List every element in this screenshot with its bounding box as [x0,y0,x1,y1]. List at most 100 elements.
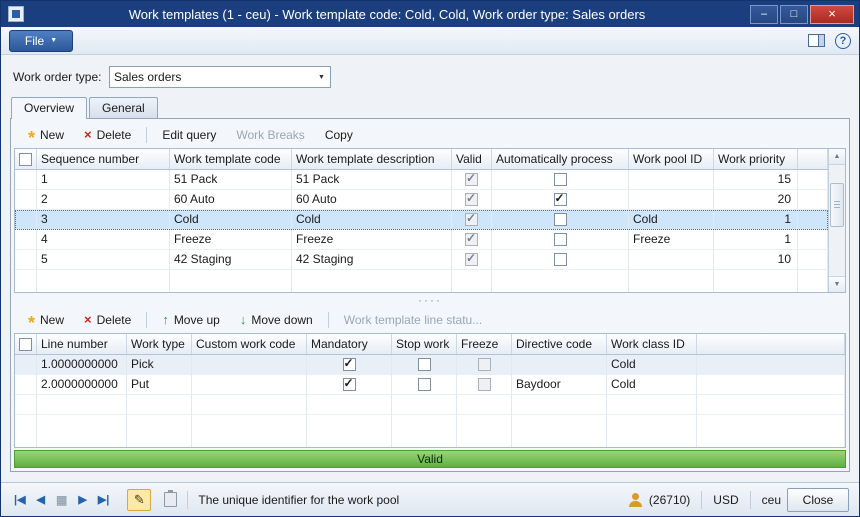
work-order-type-value[interactable]: Sales orders [110,67,313,87]
table-row[interactable]: 5 42 Staging 42 Staging 10 [15,250,828,270]
row-selector[interactable] [15,210,37,230]
work-order-type-combobox[interactable]: Sales orders ▼ [109,66,331,88]
col-mandatory[interactable]: Mandatory [307,334,392,354]
cell-sequence-number[interactable]: 5 [37,250,170,270]
cell-line-number[interactable]: 2.0000000000 [37,375,127,395]
nav-previous-icon[interactable]: ◀ [34,491,48,508]
col-work-type[interactable]: Work type [127,334,192,354]
cell-mandatory[interactable] [307,375,392,395]
notifications-icon[interactable] [628,493,643,507]
col-freeze[interactable]: Freeze [457,334,512,354]
cell-work-class-id[interactable]: Cold [607,355,697,375]
cell-work-pool-id[interactable] [629,250,714,270]
scrollbar-thumb[interactable] [830,183,844,227]
combobox-dropdown-icon[interactable]: ▼ [313,67,330,87]
col-work-template-code[interactable]: Work template code [170,149,292,169]
stop-work-checkbox[interactable] [418,378,431,391]
close-window-button[interactable]: × [810,5,854,24]
cell-automatically-process[interactable] [492,170,629,190]
table-row[interactable]: 2.0000000000 Put Baydoor Cold [15,375,845,395]
cell-work-template-description[interactable]: 51 Pack [292,170,452,190]
col-work-priority[interactable]: Work priority [714,149,798,169]
nav-last-icon[interactable]: ▶| [95,491,113,508]
cell-work-type[interactable]: Put [127,375,192,395]
table-row-empty[interactable] [15,395,845,415]
cell-work-template-description[interactable]: 42 Staging [292,250,452,270]
automatically-process-checkbox[interactable] [554,213,567,226]
col-directive-code[interactable]: Directive code [512,334,607,354]
delete-line-button[interactable]: × Delete [74,311,141,329]
select-all-checkbox[interactable] [19,153,32,166]
cell-work-priority[interactable]: 10 [714,250,798,270]
table-row-active[interactable]: 1.0000000000 Pick Cold [15,355,845,375]
cell-work-pool-id[interactable]: Cold [629,210,714,230]
clipboard-icon[interactable] [164,492,177,507]
row-selector[interactable] [15,170,37,190]
cell-work-template-code[interactable]: 60 Auto [170,190,292,210]
cell-work-template-code[interactable]: Freeze [170,230,292,250]
cell-work-priority[interactable]: 15 [714,170,798,190]
cell-work-priority[interactable]: 20 [714,190,798,210]
cell-sequence-number[interactable]: 1 [37,170,170,190]
tab-overview[interactable]: Overview [11,97,87,119]
select-all-cell[interactable] [15,334,37,354]
nav-first-icon[interactable]: |◀ [11,491,29,508]
cell-work-template-code[interactable]: 42 Staging [170,250,292,270]
row-selector[interactable] [15,230,37,250]
mandatory-checkbox[interactable] [343,358,356,371]
automatically-process-checkbox[interactable] [554,193,567,206]
cell-automatically-process[interactable] [492,250,629,270]
cell-automatically-process[interactable] [492,210,629,230]
window-layout-icon[interactable] [808,34,825,47]
cell-stop-work[interactable] [392,355,457,375]
cell-sequence-number[interactable]: 2 [37,190,170,210]
edit-record-button[interactable]: ✎ [127,489,151,511]
cell-work-priority[interactable]: 1 [714,230,798,250]
row-selector[interactable] [15,190,37,210]
stop-work-checkbox[interactable] [418,358,431,371]
nav-next-icon[interactable]: ▶ [75,491,89,508]
col-automatically-process[interactable]: Automatically process [492,149,629,169]
cell-custom-work-code[interactable] [192,355,307,375]
cell-work-pool-id[interactable]: Freeze [629,230,714,250]
cell-automatically-process[interactable] [492,190,629,210]
tab-general[interactable]: General [89,97,158,118]
row-selector[interactable] [15,250,37,270]
col-custom-work-code[interactable]: Custom work code [192,334,307,354]
cell-work-pool-id[interactable] [629,170,714,190]
row-selector[interactable] [15,355,37,375]
splitter-handle[interactable]: ···· [14,293,846,307]
cell-automatically-process[interactable] [492,230,629,250]
automatically-process-checkbox[interactable] [554,233,567,246]
vertical-scrollbar[interactable]: ▲ ▼ [828,149,845,292]
cell-work-type[interactable]: Pick [127,355,192,375]
col-line-number[interactable]: Line number [37,334,127,354]
cell-work-template-description[interactable]: 60 Auto [292,190,452,210]
minimize-button[interactable]: – [750,5,778,24]
cell-custom-work-code[interactable] [192,375,307,395]
help-icon[interactable]: ? [835,33,851,49]
select-all-cell[interactable] [15,149,37,169]
maximize-button[interactable]: □ [780,5,808,24]
automatically-process-checkbox[interactable] [554,173,567,186]
select-all-checkbox[interactable] [19,338,32,351]
cell-work-template-description[interactable]: Freeze [292,230,452,250]
notifications-count[interactable]: (26710) [649,493,690,507]
cell-work-template-code[interactable]: Cold [170,210,292,230]
automatically-process-checkbox[interactable] [554,253,567,266]
cell-stop-work[interactable] [392,375,457,395]
copy-button[interactable]: Copy [315,126,363,144]
cell-directive-code[interactable]: Baydoor [512,375,607,395]
move-up-button[interactable]: ↑ Move up [152,311,230,329]
table-row[interactable]: 4 Freeze Freeze Freeze 1 [15,230,828,250]
cell-work-priority[interactable]: 1 [714,210,798,230]
edit-query-button[interactable]: Edit query [152,126,226,144]
cell-work-pool-id[interactable] [629,190,714,210]
col-work-pool-id[interactable]: Work pool ID [629,149,714,169]
col-work-class-id[interactable]: Work class ID [607,334,697,354]
cell-sequence-number[interactable]: 3 [37,210,170,230]
new-button[interactable]: * New [18,126,74,144]
scroll-up-icon[interactable]: ▲ [829,149,845,165]
move-down-button[interactable]: ↓ Move down [230,311,323,329]
row-selector[interactable] [15,375,37,395]
